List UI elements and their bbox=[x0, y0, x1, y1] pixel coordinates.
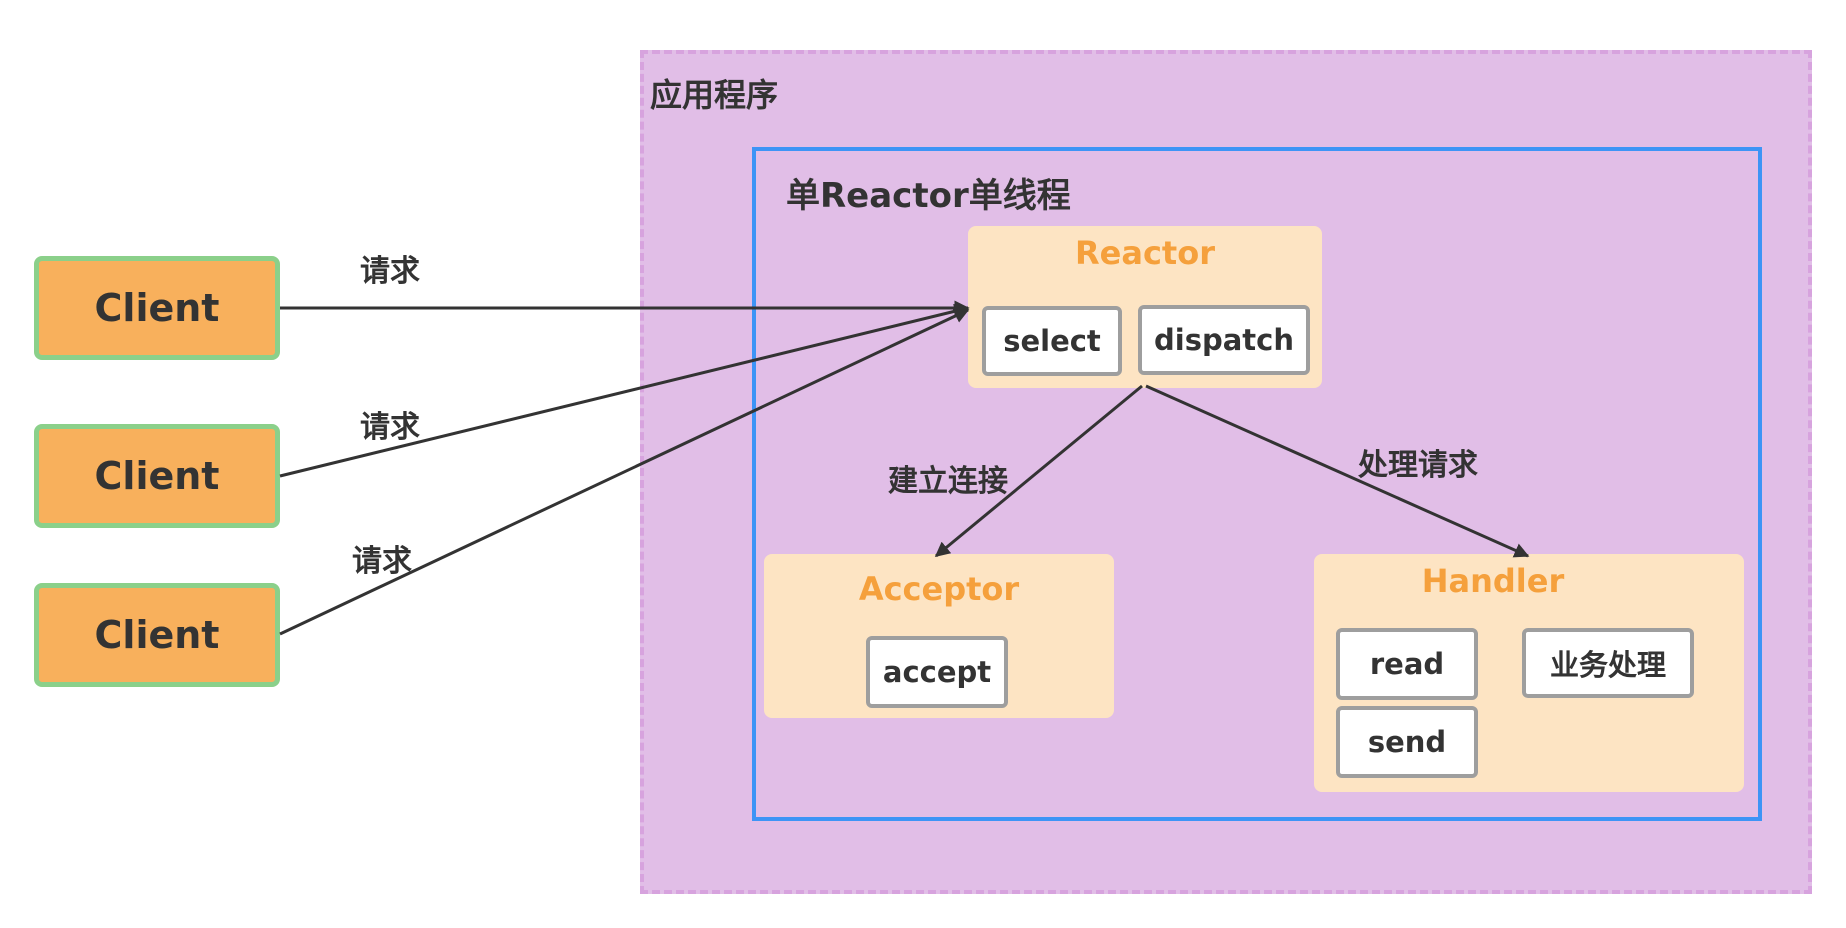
accept-method: accept bbox=[866, 636, 1008, 708]
reactor-title: Reactor bbox=[1075, 234, 1215, 272]
select-method: select bbox=[982, 306, 1122, 376]
read-method: read bbox=[1336, 628, 1478, 700]
send-method: send bbox=[1336, 706, 1478, 778]
establish-connection-label: 建立连接 bbox=[888, 464, 1008, 499]
acceptor-title: Acceptor bbox=[858, 570, 1020, 608]
request-label-3: 请求 bbox=[352, 544, 412, 579]
client-node-1: Client bbox=[34, 256, 280, 360]
dispatch-method: dispatch bbox=[1138, 305, 1310, 375]
client-node-3: Client bbox=[34, 583, 280, 687]
business-logic-method: 业务处理 bbox=[1522, 628, 1694, 698]
handler-title: Handler bbox=[1421, 562, 1565, 600]
reactor-thread-region-label: 单Reactor单线程 bbox=[786, 176, 1071, 216]
handle-request-label: 处理请求 bbox=[1358, 448, 1478, 483]
request-label-2: 请求 bbox=[360, 410, 420, 445]
application-region-label: 应用程序 bbox=[650, 76, 779, 114]
request-label-1: 请求 bbox=[360, 254, 420, 289]
client-node-2: Client bbox=[34, 424, 280, 528]
